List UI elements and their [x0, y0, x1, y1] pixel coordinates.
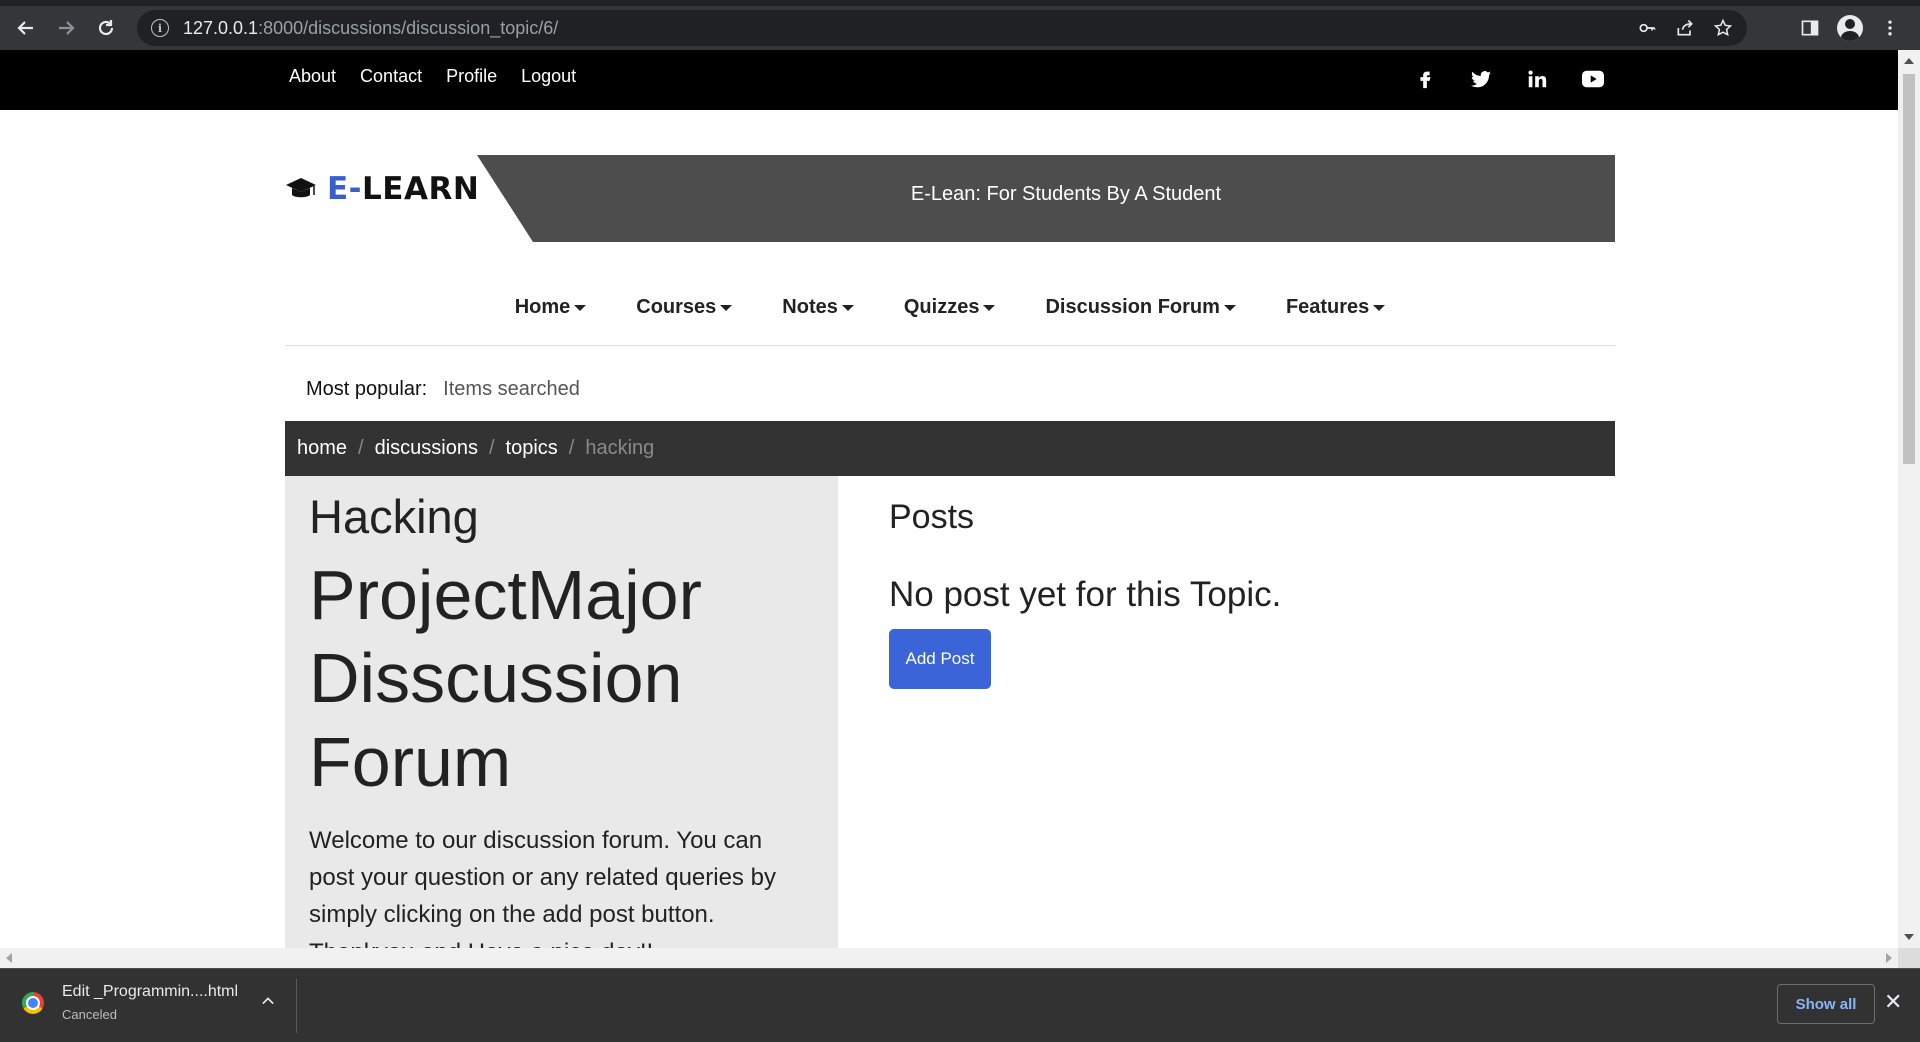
scroll-down-icon[interactable] [1904, 934, 1914, 940]
posts-panel: Posts No post yet for this Topic. Add Po… [889, 476, 1589, 689]
topic-name: Hacking [309, 490, 479, 543]
breadcrumb-separator: / [358, 437, 364, 459]
top-link-contact[interactable]: Contact [360, 66, 422, 87]
twitter-icon[interactable] [1466, 64, 1496, 94]
top-link-about[interactable]: About [289, 66, 336, 87]
site-info-icon[interactable]: i [151, 19, 169, 37]
breadcrumb-current: hacking [585, 437, 655, 459]
top-links: About Contact Profile Logout [289, 66, 576, 87]
scroll-left-icon[interactable] [6, 953, 12, 963]
linkedin-icon[interactable] [1522, 64, 1552, 94]
arrow-right-icon [59, 21, 75, 35]
tagline: E-Lean: For Students By A Student [910, 183, 1222, 205]
side-panel-icon[interactable] [1796, 14, 1824, 42]
nav-home[interactable]: Home [515, 290, 587, 345]
show-all-button[interactable]: Show all [1777, 984, 1875, 1024]
header-brand: E-LEARN E-Lean: For Students By A Studen… [285, 155, 1615, 242]
scroll-up-icon[interactable] [1904, 58, 1914, 64]
chevron-up-icon[interactable] [262, 993, 274, 1011]
breadcrumb-separator: / [568, 437, 575, 459]
address-bar[interactable]: i 127.0.0.1:8000/discussions/discussion_… [137, 10, 1747, 46]
caret-down-icon [1223, 305, 1236, 311]
star-icon[interactable] [1711, 16, 1735, 40]
browser-toolbar: i 127.0.0.1:8000/discussions/discussion_… [0, 6, 1920, 50]
caret-down-icon [574, 305, 587, 311]
most-popular-value[interactable]: Items searched [443, 378, 580, 401]
vertical-scrollbar[interactable] [1898, 50, 1920, 948]
caret-down-icon [1373, 305, 1386, 311]
horizontal-scrollbar[interactable] [0, 948, 1898, 968]
top-link-logout[interactable]: Logout [521, 66, 576, 87]
nav-quizzes[interactable]: Quizzes [904, 290, 996, 345]
most-popular: Most popular: Items searched [306, 378, 580, 401]
profile-avatar[interactable] [1836, 14, 1864, 42]
breadcrumb-home[interactable]: home [297, 437, 347, 460]
nav-courses[interactable]: Courses [636, 290, 733, 345]
site-logo[interactable]: E-LEARN [285, 171, 479, 207]
forum-heading: ProjectMajor Disscussion Forum [309, 556, 702, 801]
caret-down-icon [720, 305, 733, 311]
forward-button[interactable] [46, 8, 86, 48]
social-links [1410, 64, 1608, 94]
breadcrumb-separator: / [488, 437, 495, 459]
download-file-name: Edit _Programmin....html [62, 983, 239, 1000]
graduation-cap-icon [286, 178, 316, 198]
page-viewport: About Contact Profile Logout E-LEARN E-L… [0, 50, 1898, 948]
back-button[interactable] [6, 8, 46, 48]
caret-down-icon [841, 305, 854, 311]
empty-posts-message: No post yet for this Topic. [889, 575, 1282, 614]
nav-discussion-forum[interactable]: Discussion Forum [1045, 290, 1236, 345]
reload-button[interactable] [86, 8, 126, 48]
menu-kebab-icon[interactable] [1876, 14, 1904, 42]
top-link-profile[interactable]: Profile [446, 66, 497, 87]
scroll-right-icon[interactable] [1886, 953, 1892, 963]
arrow-left-icon [17, 21, 33, 35]
nav-notes[interactable]: Notes [782, 290, 854, 345]
person-icon [1837, 15, 1863, 41]
facebook-icon[interactable] [1410, 64, 1440, 94]
reload-icon [98, 20, 114, 36]
scrollbar-corner [1898, 948, 1920, 968]
add-post-button[interactable]: Add Post [889, 629, 991, 689]
shelf-divider [296, 979, 297, 1033]
chrome-icon [22, 991, 44, 1014]
key-icon[interactable] [1635, 16, 1659, 40]
downloads-shelf: Edit _Programmin....html Canceled Show a… [0, 968, 1920, 1042]
top-bar: About Contact Profile Logout [0, 50, 1898, 110]
youtube-icon[interactable] [1578, 64, 1608, 94]
breadcrumb: home / discussions / topics / hacking [285, 421, 1615, 476]
caret-down-icon [983, 305, 996, 311]
url-text: 127.0.0.1:8000/discussions/discussion_to… [183, 17, 559, 38]
share-icon[interactable] [1673, 16, 1697, 40]
posts-title: Posts [889, 498, 975, 536]
close-icon[interactable]: ✕ [1884, 989, 1902, 1015]
nav-features[interactable]: Features [1286, 290, 1386, 345]
most-popular-label: Most popular: [306, 378, 428, 400]
main-nav: Home Courses Notes Quizzes Discussion Fo… [285, 290, 1615, 346]
tagline-banner: E-Lean: For Students By A Student [477, 155, 1615, 242]
brand-name: E-LEARN [327, 171, 480, 207]
scrollbar-thumb[interactable] [1903, 74, 1915, 464]
topic-info-panel: Hacking ProjectMajor Disscussion Forum W… [285, 476, 838, 948]
forum-description: Welcome to our discussion forum. You can… [309, 826, 776, 948]
breadcrumb-topics[interactable]: topics [506, 437, 558, 460]
download-item[interactable]: Edit _Programmin....html Canceled [22, 983, 274, 1022]
breadcrumb-discussions[interactable]: discussions [375, 437, 478, 460]
download-status: Canceled [62, 1007, 117, 1022]
